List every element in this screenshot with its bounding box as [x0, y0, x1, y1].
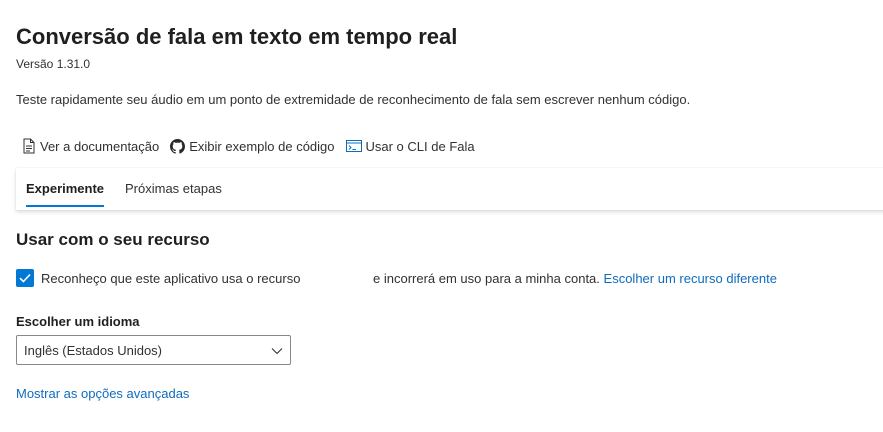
view-code-sample-link[interactable]: Exibir exemplo de código	[170, 138, 335, 154]
quick-links-bar: Ver a documentação Exibir exemplo de cód…	[22, 138, 486, 154]
checkmark-icon	[16, 269, 34, 287]
language-dropdown[interactable]: Inglês (Estados Unidos)	[16, 335, 291, 365]
github-icon	[170, 138, 189, 154]
use-speech-cli-label: Usar o CLI de Fala	[365, 138, 475, 154]
document-icon	[22, 138, 40, 154]
acknowledge-text-start: Reconheço que este aplicativo usa o recu…	[41, 271, 301, 286]
view-documentation-label: Ver a documentação	[40, 138, 160, 154]
view-code-sample-label: Exibir exemplo de código	[189, 138, 335, 154]
view-documentation-link[interactable]: Ver a documentação	[22, 138, 159, 154]
version-label: Versão 1.31.0	[16, 57, 91, 71]
acknowledge-text-end-label: e incorrerá em uso para a minha conta.	[373, 271, 600, 286]
acknowledge-text-end: e incorrerá em uso para a minha conta. E…	[373, 271, 777, 286]
show-advanced-options-link[interactable]: Mostrar as opções avançadas	[16, 386, 189, 401]
page-description: Teste rapidamente seu áudio em um ponto …	[16, 92, 691, 107]
tab-try-it[interactable]: Experimente	[26, 168, 105, 210]
cli-icon	[345, 139, 366, 153]
page-title: Conversão de fala em texto em tempo real	[16, 24, 458, 49]
tab-next-steps[interactable]: Próximas etapas	[125, 168, 222, 210]
language-dropdown-value: Inglês (Estados Unidos)	[24, 343, 163, 358]
acknowledge-checkbox[interactable]	[16, 269, 34, 287]
language-label: Escolher um idioma	[16, 314, 140, 329]
resource-section-heading: Usar com o seu recurso	[16, 230, 210, 249]
use-speech-cli-link[interactable]: Usar o CLI de Fala	[345, 138, 475, 154]
chevron-down-icon	[271, 344, 283, 362]
tabs-bar: Experimente Próximas etapas	[16, 168, 883, 210]
choose-different-resource-link[interactable]: Escolher um recurso diferente	[604, 271, 777, 286]
